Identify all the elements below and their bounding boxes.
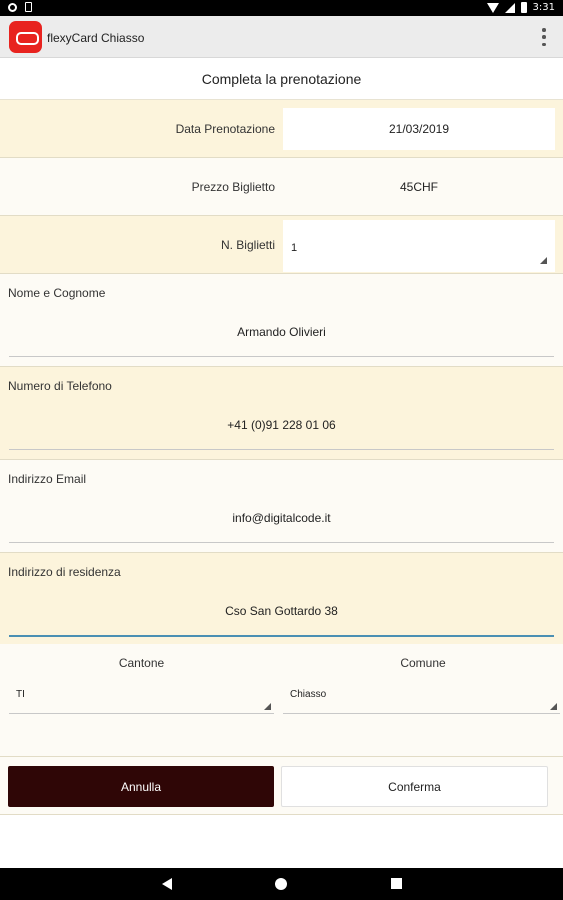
cancel-button[interactable]: Annulla: [8, 766, 274, 807]
name-field-block: Nome e Cognome: [0, 274, 563, 367]
email-underline: [9, 542, 554, 543]
ticket-count-value: 1: [291, 242, 298, 254]
ticket-count-label: N. Biglietti: [220, 238, 275, 252]
address-field[interactable]: [9, 593, 554, 629]
booking-date-label: Data Prenotazione: [175, 122, 275, 136]
app-bar: flexyCard Chiasso: [0, 16, 563, 58]
phone-field[interactable]: [9, 407, 554, 443]
battery-icon: [520, 2, 527, 13]
address-field-block: Indirizzo di residenza: [0, 553, 563, 646]
email-field[interactable]: [9, 500, 554, 536]
ticket-price-value: 45CHF: [283, 166, 555, 208]
confirm-button[interactable]: Conferma: [281, 766, 548, 807]
address-underline: [9, 635, 554, 637]
address-label: Indirizzo di residenza: [8, 565, 121, 579]
settings-icon: [8, 2, 17, 12]
signal-icon: [504, 2, 515, 13]
overflow-menu-icon[interactable]: [541, 28, 547, 46]
ticket-price-label: Prezzo Biglietto: [191, 180, 275, 194]
phone-label: Numero di Telefono: [8, 379, 112, 393]
canton-select[interactable]: TI: [9, 680, 274, 714]
municipality-value: Chiasso: [290, 689, 327, 700]
municipality-select[interactable]: Chiasso: [283, 680, 560, 714]
canton-column: Cantone TI: [0, 644, 283, 757]
dropdown-arrow-icon: [550, 703, 557, 710]
municipality-label: Comune: [400, 656, 446, 670]
name-label: Nome e Cognome: [8, 286, 106, 300]
recents-icon[interactable]: [391, 878, 402, 889]
location-block: Cantone TI Comune Chiasso: [0, 644, 563, 757]
name-underline: [9, 356, 554, 357]
ticket-count-row: N. Biglietti 1: [0, 216, 563, 274]
back-icon[interactable]: [162, 878, 172, 890]
home-icon[interactable]: [275, 878, 287, 890]
email-label: Indirizzo Email: [8, 472, 87, 486]
name-field[interactable]: [9, 314, 554, 350]
phone-underline: [9, 449, 554, 450]
dropdown-arrow-icon: [540, 257, 547, 264]
ticket-price-row: Prezzo Biglietto 45CHF: [0, 158, 563, 216]
wifi-icon: [486, 2, 499, 13]
booking-date-row: Data Prenotazione 21/03/2019: [0, 100, 563, 158]
phone-field-block: Numero di Telefono: [0, 367, 563, 460]
action-buttons: Annulla Conferma: [0, 757, 563, 815]
dropdown-arrow-icon: [264, 703, 271, 710]
municipality-column: Comune Chiasso: [283, 644, 563, 757]
app-title: flexyCard Chiasso: [47, 31, 145, 45]
navigation-bar: [0, 868, 563, 900]
ticket-count-select[interactable]: 1: [283, 220, 555, 272]
booking-date-value: 21/03/2019: [283, 108, 555, 150]
status-time: 3:31: [532, 2, 555, 13]
page-title: Completa la prenotazione: [0, 58, 563, 100]
email-field-block: Indirizzo Email: [0, 460, 563, 553]
sd-card-icon: [25, 2, 32, 12]
app-logo-icon: [9, 21, 42, 53]
status-bar: 3:31: [0, 0, 563, 16]
canton-value: TI: [16, 689, 25, 700]
canton-label: Cantone: [118, 656, 165, 670]
